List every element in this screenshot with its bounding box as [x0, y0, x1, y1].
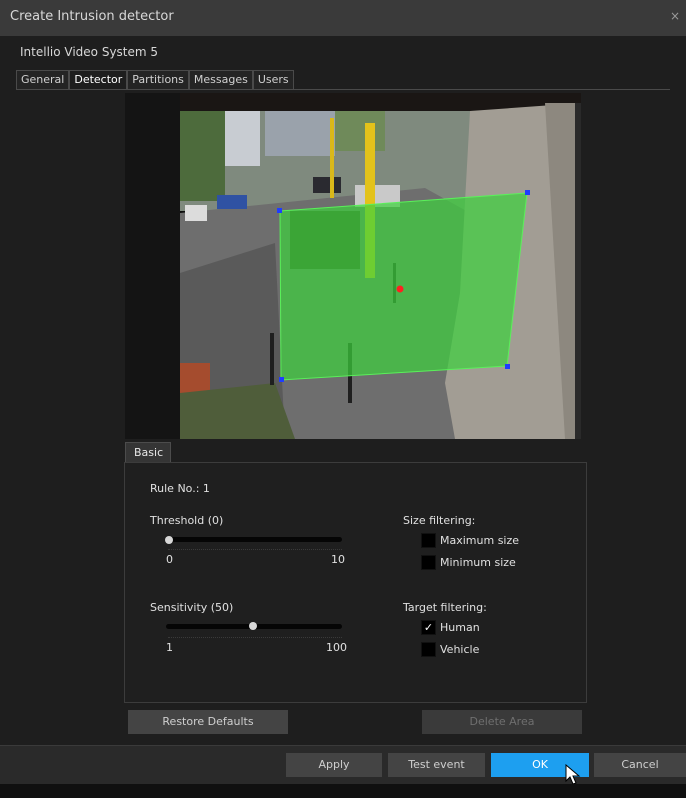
tab-bar: General Detector Partitions Messages Use…	[16, 70, 294, 89]
human-checkbox[interactable]: ✓	[421, 620, 436, 635]
tab-divider	[16, 89, 670, 90]
zone-handle-top-right	[525, 190, 530, 195]
size-filtering-title: Size filtering:	[403, 514, 476, 527]
rule-number: Rule No.: 1	[150, 482, 210, 495]
human-label: Human	[440, 621, 480, 634]
tab-basic[interactable]: Basic	[125, 442, 171, 462]
camera-view[interactable]	[125, 93, 581, 439]
maximum-size-label: Maximum size	[440, 534, 520, 547]
vehicle-checkbox[interactable]	[421, 642, 436, 657]
title-bar: Create Intrusion detector ×	[0, 0, 686, 36]
zone-handle-top-left	[277, 208, 282, 213]
zone-handle-bottom-left	[279, 377, 284, 382]
tab-partitions[interactable]: Partitions	[127, 70, 189, 89]
checkmark-icon: ✓	[423, 621, 434, 634]
basic-settings-panel	[124, 462, 587, 703]
tab-users[interactable]: Users	[252, 70, 294, 89]
maximum-size-checkbox[interactable]	[421, 533, 436, 548]
sensitivity-min-label: 1	[166, 641, 173, 654]
mouse-cursor-icon	[565, 764, 581, 785]
sensitivity-slider-handle[interactable]	[249, 622, 257, 630]
zone-center-point	[396, 285, 404, 293]
test-event-button[interactable]: Test event	[388, 753, 485, 777]
camera-image	[125, 93, 581, 439]
threshold-slider-handle[interactable]	[165, 536, 173, 544]
sensitivity-ticks	[168, 637, 342, 639]
threshold-min-label: 0	[166, 553, 173, 566]
close-icon[interactable]: ×	[670, 9, 680, 23]
sensitivity-max-label: 100	[326, 641, 347, 654]
vehicle-label: Vehicle	[440, 643, 480, 656]
minimum-size-checkbox[interactable]	[421, 555, 436, 570]
tab-detector[interactable]: Detector	[69, 70, 128, 89]
apply-button[interactable]: Apply	[286, 753, 382, 777]
threshold-label: Threshold (0)	[150, 514, 224, 527]
delete-area-button[interactable]: Delete Area	[422, 710, 582, 734]
restore-defaults-button[interactable]: Restore Defaults	[128, 710, 288, 734]
target-filtering-title: Target filtering:	[403, 601, 487, 614]
threshold-ticks	[168, 549, 342, 551]
window-title: Create Intrusion detector	[10, 9, 174, 24]
bottom-bar	[0, 784, 686, 798]
zone-handle-bottom-right	[505, 364, 510, 369]
minimum-size-label: Minimum size	[440, 556, 516, 569]
tab-messages[interactable]: Messages	[188, 70, 253, 89]
threshold-slider-track[interactable]	[166, 537, 342, 542]
system-name: Intellio Video System 5	[20, 45, 159, 59]
tab-general[interactable]: General	[16, 70, 70, 89]
threshold-max-label: 10	[331, 553, 345, 566]
cancel-button[interactable]: Cancel	[594, 753, 686, 777]
sensitivity-label: Sensitivity (50)	[150, 601, 234, 614]
